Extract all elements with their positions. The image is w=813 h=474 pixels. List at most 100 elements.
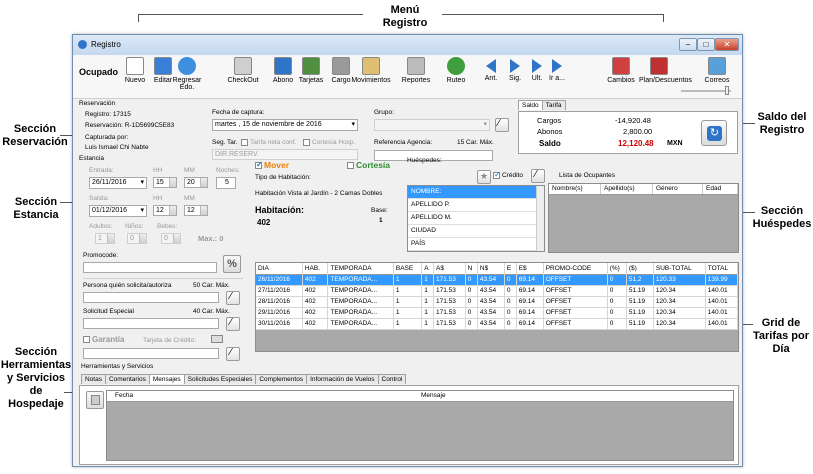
callout-grid: Grid de Tarifas por Día (752, 317, 810, 355)
correos-button[interactable]: Correos (697, 57, 737, 84)
list-item[interactable]: NOMBRE: (408, 186, 544, 199)
toolbar-button-label: Cambios (607, 77, 635, 84)
table-row[interactable]: 30/11/2016 402 TEMPORADA... 1 1 171.53 0 43.54 0… (256, 318, 739, 330)
tab-saldo[interactable]: Saldo (518, 100, 543, 110)
table-row[interactable]: 29/11/2016 402 TEMPORADA... 1 1 171.53 0 43.54 0… (256, 307, 739, 319)
tab-solicitudes-especiales[interactable]: Solicitudes Especiales (183, 374, 257, 384)
huesped-fields-list[interactable]: NOMBRE: APELLIDO P. APELLIDO M. CIUDAD PAÍS (407, 185, 545, 252)
toolbar-button-label: CheckOut (227, 77, 259, 84)
table-cell: 43.54 (477, 296, 505, 308)
tipo-hab-label: Tipo de Habitación: (255, 174, 311, 181)
column-header: (%) (607, 263, 627, 274)
bebes-stepper[interactable]: 0 (161, 233, 181, 244)
hh-label-2: HH (153, 195, 163, 202)
list-item[interactable]: CIUDAD (408, 225, 544, 238)
cambios-button[interactable]: Cambios (601, 57, 641, 84)
movimientos-button[interactable]: Movimientos (351, 57, 391, 84)
maximize-button[interactable]: □ (697, 38, 715, 51)
cortesia-check[interactable]: Cortesía (347, 160, 390, 170)
column-header: Género (653, 184, 703, 194)
toolbar-slider[interactable] (681, 90, 731, 92)
table-cell: 402 (302, 307, 329, 319)
tab-complementos[interactable]: Complementos (255, 374, 308, 384)
movements-icon (362, 57, 380, 75)
table-cell: 402 (302, 318, 329, 330)
star-button[interactable]: ★ (477, 170, 491, 184)
credito-check[interactable]: Crédito (493, 170, 523, 179)
reportes-button[interactable]: Reportes (396, 57, 436, 84)
table-row[interactable]: 27/11/2016 402 TEMPORADA... 1 1 171.53 0 43.54 0… (256, 285, 739, 297)
hh-stepper-2[interactable]: 12 (153, 205, 177, 216)
refresh-button[interactable]: ↻ (701, 120, 727, 146)
grupo-field[interactable]: ▾ (374, 119, 490, 131)
cortesia-hosp-check[interactable]: Cortesía Hosp. (303, 139, 355, 146)
ninos-stepper[interactable]: 0 (127, 233, 147, 244)
edit-grupo-button[interactable]: ⁄ (495, 118, 509, 132)
table-cell: 0 (465, 285, 478, 297)
discount-button[interactable]: % (223, 255, 241, 273)
toolbar-slider-thumb[interactable] (725, 86, 729, 95)
solicitud-field[interactable] (83, 318, 219, 329)
mm-stepper-2[interactable]: 12 (184, 205, 208, 216)
abono-icon (274, 57, 292, 75)
promocode-field[interactable] (83, 262, 217, 273)
tarifa-neta-check[interactable]: Tarifa neta conf. (241, 139, 296, 146)
garantia-check[interactable]: Garantía (83, 335, 124, 344)
fecha-field[interactable]: martes , 15 de noviembre de 2016 ▾ (212, 119, 358, 131)
tab-notas[interactable]: Notas (81, 374, 106, 384)
new-message-button[interactable] (86, 391, 104, 409)
pencil-icon: ⁄ (535, 169, 537, 180)
list-item[interactable]: APELLIDO M. (408, 212, 544, 225)
callout-saldo: Saldo del Registro (757, 111, 807, 136)
reservacion-section: Reservación Registro: 17315 Reservación:… (73, 100, 513, 161)
mm-label-1: MM (184, 167, 195, 174)
hh-stepper-1[interactable]: 15 (153, 177, 177, 188)
ir-a-button[interactable]: Ir a... (537, 57, 577, 82)
entrada-field[interactable]: 26/11/2016 ▾ (89, 177, 147, 189)
tab-tarifa[interactable]: Tarifa (541, 100, 566, 110)
noches-field[interactable]: 5 (216, 177, 236, 189)
chevron-down-icon: ▾ (140, 179, 144, 186)
list-scrollbar[interactable] (536, 186, 544, 251)
ruteo-button[interactable]: Ruteo (436, 57, 476, 84)
tab-control[interactable]: Control (377, 374, 407, 384)
minimize-button[interactable]: – (679, 38, 697, 51)
salida-label: Salida: (89, 195, 109, 202)
tab-mensajes[interactable]: Mensajes (148, 374, 185, 384)
tab-informaci-n-de-vuelos[interactable]: Información de Vuelos (306, 374, 379, 384)
plan-descuentos-button[interactable]: Plan/Descuentos (639, 57, 692, 84)
col-fecha: Fecha (115, 392, 134, 399)
table-cell: 69.14 (516, 318, 544, 330)
list-item[interactable]: APELLIDO P. (408, 199, 544, 212)
table-cell: 0 (465, 296, 478, 308)
mm-label-2: MM (184, 195, 195, 202)
adultos-stepper[interactable]: 1 (95, 233, 115, 244)
table-cell: 171.53 (433, 285, 466, 297)
edit-persona-button[interactable]: ⁄ (226, 291, 240, 305)
close-button[interactable]: ✕ (715, 38, 739, 51)
cortesia-hosp-label: Cortesía Hosp. (312, 139, 356, 147)
tab-comentarios[interactable]: Comentarios (104, 374, 150, 384)
toolbar-button-label: Ruteo (446, 77, 466, 84)
table-row[interactable]: 28/11/2016 402 TEMPORADA... 1 1 171.53 0 43.54 0… (256, 296, 739, 308)
table-cell: 140.01 (705, 318, 739, 330)
table-cell: 0 (607, 285, 627, 297)
list-item[interactable]: PAÍS (408, 238, 544, 251)
regresar-edo-button[interactable]: Regresar Edo. (167, 57, 207, 91)
edit-garantia-button[interactable]: ⁄ (226, 347, 240, 361)
pencil-icon: ⁄ (498, 118, 500, 129)
noches-label: Noches: (216, 167, 240, 174)
table-row[interactable]: 26/11/2016 402 TEMPORADA... 1 1 171.53 0 43.54 0… (256, 274, 739, 286)
mover-check[interactable]: Mover (255, 160, 289, 170)
edit-credito-button[interactable]: ⁄ (531, 169, 545, 183)
persona-field[interactable] (83, 292, 219, 303)
mover-label: Mover (264, 160, 290, 170)
edit-solicitud-button[interactable]: ⁄ (226, 317, 240, 331)
salida-field[interactable]: 01/12/2016 ▾ (89, 205, 147, 217)
garantia-field[interactable] (83, 348, 219, 359)
route-icon (447, 57, 465, 75)
checkout-button[interactable]: CheckOut (223, 57, 263, 84)
column-header: E (504, 263, 517, 274)
mm-stepper-1[interactable]: 20 (184, 177, 208, 188)
servicios-title: Herramientas y Servicios (81, 363, 154, 370)
